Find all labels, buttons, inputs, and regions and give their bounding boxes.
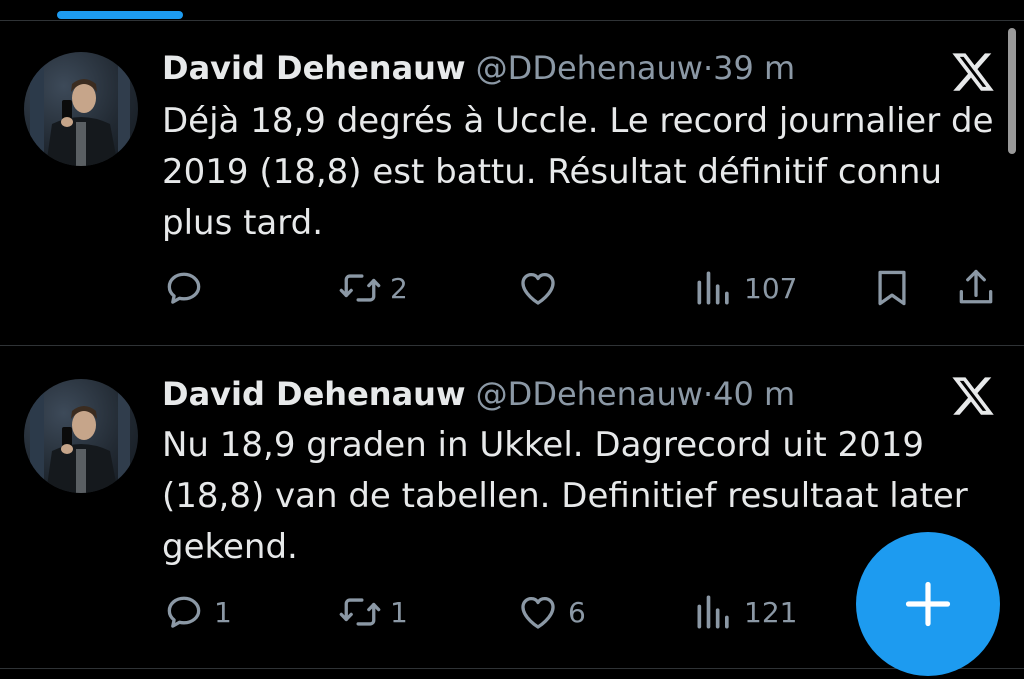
views-icon (697, 595, 729, 629)
plus-icon (905, 581, 951, 627)
author-handle[interactable]: @DDehenauw (476, 49, 703, 87)
views-count: 107 (744, 271, 798, 305)
compose-button[interactable] (856, 532, 1000, 676)
repost-button[interactable]: 1 (338, 590, 408, 634)
separator-dot: · (702, 375, 714, 413)
share-icon (959, 269, 993, 304)
tweet-text: Déjà 18,9 degrés à Uccle. Le record jour… (162, 101, 994, 243)
heart-icon (521, 596, 555, 629)
tweet-header: David Dehenauw @DDehenauw·40 m (162, 374, 795, 414)
like-button[interactable] (516, 266, 568, 310)
bookmark-button[interactable] (870, 266, 914, 310)
repost-count: 1 (390, 595, 408, 629)
repost-button[interactable]: 2 (338, 266, 408, 310)
author-handle[interactable]: @DDehenauw (476, 375, 703, 413)
reply-count: 1 (214, 595, 232, 629)
reply-button[interactable]: 1 (162, 590, 232, 634)
reply-button[interactable] (162, 266, 214, 310)
author-name[interactable]: David Dehenauw (162, 375, 466, 413)
timestamp[interactable]: 39 m (713, 49, 795, 87)
tweet[interactable]: David Dehenauw @DDehenauw·39 m Déjà 18,9… (0, 0, 1024, 345)
tweet-divider (0, 668, 1024, 669)
views-button[interactable]: 107 (692, 266, 797, 310)
separator-dot: · (702, 49, 714, 87)
like-button[interactable]: 6 (516, 590, 586, 634)
views-count: 121 (744, 595, 798, 629)
views-icon (697, 271, 729, 305)
reply-icon (167, 272, 201, 304)
views-button[interactable]: 121 (692, 590, 797, 634)
avatar[interactable] (24, 379, 138, 493)
repost-icon (339, 598, 381, 626)
timestamp[interactable]: 40 m (713, 375, 795, 413)
x-logo-icon (950, 49, 996, 95)
like-count: 6 (568, 595, 586, 629)
share-button[interactable] (954, 266, 998, 310)
reply-icon (167, 596, 201, 628)
avatar[interactable] (24, 52, 138, 166)
x-logo-icon (950, 373, 996, 419)
heart-icon (521, 272, 555, 305)
tweet-header: David Dehenauw @DDehenauw·39 m (162, 48, 795, 88)
repost-count: 2 (390, 271, 408, 305)
repost-icon (339, 274, 381, 302)
author-name[interactable]: David Dehenauw (162, 49, 466, 87)
bookmark-icon (878, 270, 906, 306)
